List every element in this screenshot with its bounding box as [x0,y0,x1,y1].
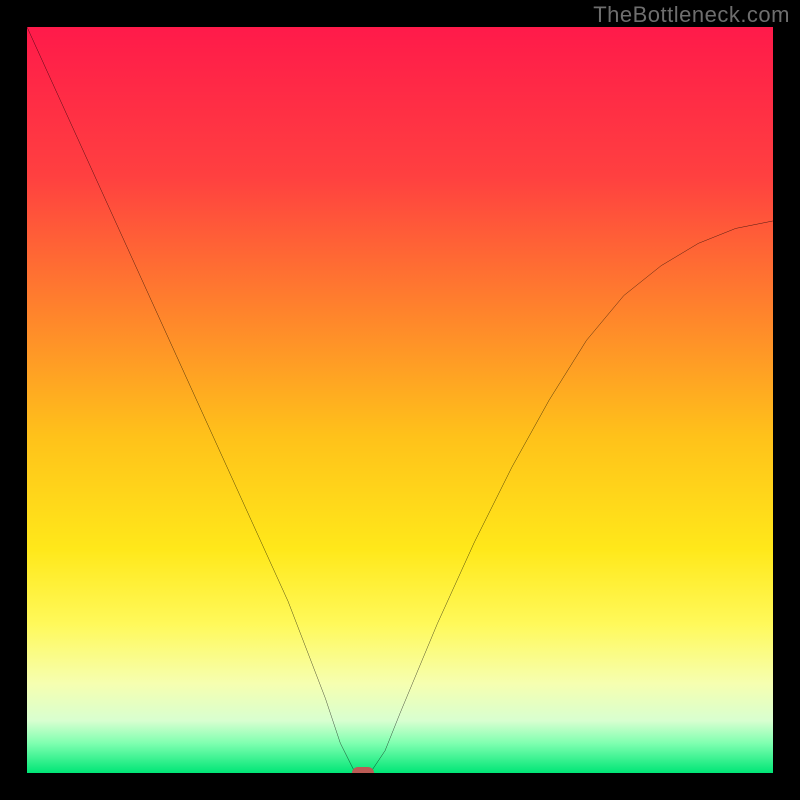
bottleneck-curve [27,27,773,773]
plot-area [27,27,773,773]
watermark-text: TheBottleneck.com [593,2,790,28]
chart-frame: TheBottleneck.com [0,0,800,800]
optimal-marker [352,767,374,773]
